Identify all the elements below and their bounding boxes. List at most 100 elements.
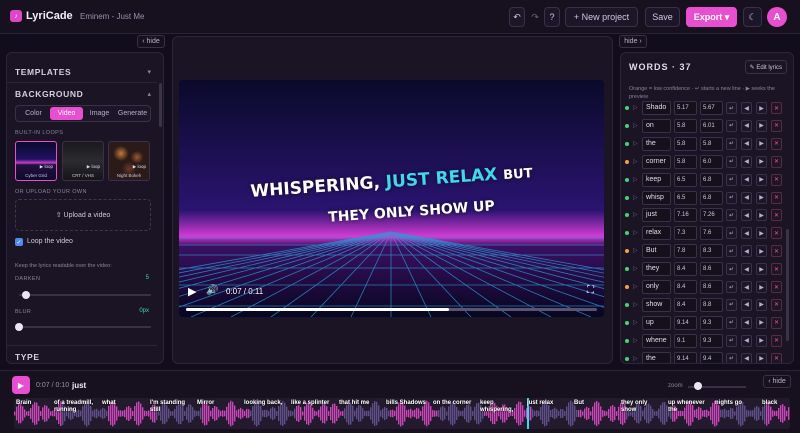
timeline-segment-label[interactable]: I'm standing still — [150, 400, 192, 413]
word-start-input[interactable]: 7.8 — [674, 244, 697, 259]
blur-slider-knob[interactable] — [15, 323, 23, 331]
timeline-segment-label[interactable]: Mirror — [197, 400, 239, 407]
word-input[interactable]: on — [642, 118, 671, 133]
nudge-right-button[interactable]: ▶ — [756, 119, 767, 132]
timeline-segment-label[interactable]: Brain — [16, 400, 58, 407]
nudge-left-button[interactable]: ◀ — [741, 245, 752, 258]
loop-video-checkbox[interactable]: ✓ — [15, 238, 23, 246]
seek-icon[interactable]: ▷ — [633, 265, 638, 272]
seek-icon[interactable]: ▷ — [633, 158, 638, 165]
edit-lyrics-button[interactable]: ✎ Edit lyrics — [744, 60, 787, 74]
delete-word-button[interactable]: ✕ — [771, 102, 782, 114]
nudge-right-button[interactable]: ▶ — [756, 352, 767, 363]
timeline-segment-label[interactable]: of a treadmill, running — [54, 400, 96, 413]
seek-icon[interactable]: ▷ — [633, 229, 638, 236]
nudge-left-button[interactable]: ◀ — [741, 298, 752, 311]
hide-timeline-button[interactable]: ‹ hide — [763, 375, 791, 388]
word-end-input[interactable]: 6.8 — [700, 172, 723, 187]
word-start-input[interactable]: 8.4 — [674, 262, 697, 277]
word-end-input[interactable]: 8.6 — [700, 262, 723, 277]
hide-right-button[interactable]: hide › — [619, 35, 647, 48]
section-background[interactable]: BACKGROUND — [15, 89, 83, 99]
tab-color[interactable]: Color — [17, 107, 50, 120]
word-end-input[interactable]: 8.8 — [700, 297, 723, 312]
nudge-left-button[interactable]: ◀ — [741, 281, 752, 293]
nudge-left-button[interactable]: ◀ — [741, 263, 752, 276]
word-input[interactable]: the — [642, 136, 671, 151]
word-end-input[interactable]: 7.6 — [700, 226, 723, 241]
fullscreen-icon[interactable]: ⛶ — [587, 285, 594, 296]
new-line-button[interactable]: ↵ — [726, 352, 737, 363]
theme-toggle-button[interactable]: ☾ — [743, 7, 762, 27]
timeline-segment-label[interactable]: keep whispering, — [480, 400, 522, 413]
delete-word-button[interactable]: ✕ — [771, 119, 782, 132]
nudge-right-button[interactable]: ▶ — [756, 155, 767, 168]
timeline-segment-label[interactable]: just relax — [527, 400, 569, 407]
seek-icon[interactable]: ▷ — [633, 301, 638, 308]
undo-button[interactable]: ↶ — [509, 7, 525, 27]
word-end-input[interactable]: 9.4 — [700, 351, 723, 363]
timeline-segment-label[interactable]: looking back, — [244, 400, 286, 407]
new-line-button[interactable]: ↵ — [726, 263, 737, 276]
word-start-input[interactable]: 5.17 — [674, 101, 697, 115]
nudge-left-button[interactable]: ◀ — [741, 137, 752, 150]
word-input[interactable]: show — [642, 297, 671, 312]
nudge-right-button[interactable]: ▶ — [756, 191, 767, 204]
nudge-right-button[interactable]: ▶ — [756, 102, 767, 114]
word-start-input[interactable]: 9.1 — [674, 333, 697, 348]
tab-generate[interactable]: Generate — [116, 107, 149, 120]
seek-icon[interactable]: ▷ — [633, 283, 638, 290]
timeline-segment-label[interactable]: that hit me — [339, 400, 381, 407]
waveform-timeline[interactable]: Brain of a treadmill, running what I'm stan… — [14, 398, 790, 429]
video-progress[interactable] — [186, 308, 597, 311]
nudge-right-button[interactable]: ▶ — [756, 263, 767, 276]
timeline-segment-label[interactable]: up whenever the — [668, 400, 710, 413]
nudge-right-button[interactable]: ▶ — [756, 227, 767, 240]
delete-word-button[interactable]: ✕ — [771, 155, 782, 168]
new-line-button[interactable]: ↵ — [726, 227, 737, 240]
word-end-input[interactable]: 8.6 — [700, 280, 723, 294]
new-line-button[interactable]: ↵ — [726, 298, 737, 311]
word-end-input[interactable]: 6.01 — [700, 118, 723, 133]
word-input[interactable]: But — [642, 244, 671, 259]
delete-word-button[interactable]: ✕ — [771, 316, 782, 329]
new-line-button[interactable]: ↵ — [726, 334, 737, 347]
word-end-input[interactable]: 9.3 — [700, 315, 723, 330]
word-end-input[interactable]: 8.3 — [700, 244, 723, 259]
timeline-segment-label[interactable]: bills Shadows — [386, 400, 428, 407]
nudge-left-button[interactable]: ◀ — [741, 102, 752, 114]
delete-word-button[interactable]: ✕ — [771, 191, 782, 204]
seek-icon[interactable]: ▷ — [633, 355, 638, 362]
loop-thumb-night-bokeh[interactable]: ▶ loop Night Bokeh — [108, 141, 150, 181]
nudge-left-button[interactable]: ◀ — [741, 352, 752, 363]
word-input[interactable]: whene — [642, 333, 671, 348]
tab-video[interactable]: Video — [50, 107, 83, 120]
delete-word-button[interactable]: ✕ — [771, 281, 782, 293]
app-logo[interactable]: ♪ LyriCade — [10, 10, 73, 22]
zoom-slider-knob[interactable] — [694, 382, 702, 390]
nudge-right-button[interactable]: ▶ — [756, 173, 767, 186]
nudge-left-button[interactable]: ◀ — [741, 316, 752, 329]
blur-slider[interactable] — [19, 326, 151, 328]
timeline-play-button[interactable]: ▶ — [12, 376, 30, 394]
word-input[interactable]: only — [642, 280, 671, 294]
word-start-input[interactable]: 6.5 — [674, 190, 697, 205]
word-start-input[interactable]: 5.8 — [674, 136, 697, 151]
loop-thumb-crt-vhs[interactable]: ▶ loop CRT / VHS — [62, 141, 104, 181]
nudge-left-button[interactable]: ◀ — [741, 209, 752, 222]
nudge-left-button[interactable]: ◀ — [741, 227, 752, 240]
loop-thumb-cyber-grid[interactable]: ▶ loop Cyber Grid — [15, 141, 57, 181]
delete-word-button[interactable]: ✕ — [771, 298, 782, 311]
delete-word-button[interactable]: ✕ — [771, 263, 782, 276]
delete-word-button[interactable]: ✕ — [771, 209, 782, 222]
seek-icon[interactable]: ▷ — [633, 104, 638, 111]
seek-icon[interactable]: ▷ — [633, 319, 638, 326]
darken-slider-knob[interactable] — [21, 291, 30, 299]
word-input[interactable]: keep — [642, 172, 671, 187]
nudge-right-button[interactable]: ▶ — [756, 245, 767, 258]
seek-icon[interactable]: ▷ — [633, 247, 638, 254]
word-input[interactable]: Shado — [642, 101, 671, 115]
seek-icon[interactable]: ▷ — [633, 176, 638, 183]
section-type[interactable]: TYPE — [15, 352, 40, 362]
nudge-right-button[interactable]: ▶ — [756, 298, 767, 311]
